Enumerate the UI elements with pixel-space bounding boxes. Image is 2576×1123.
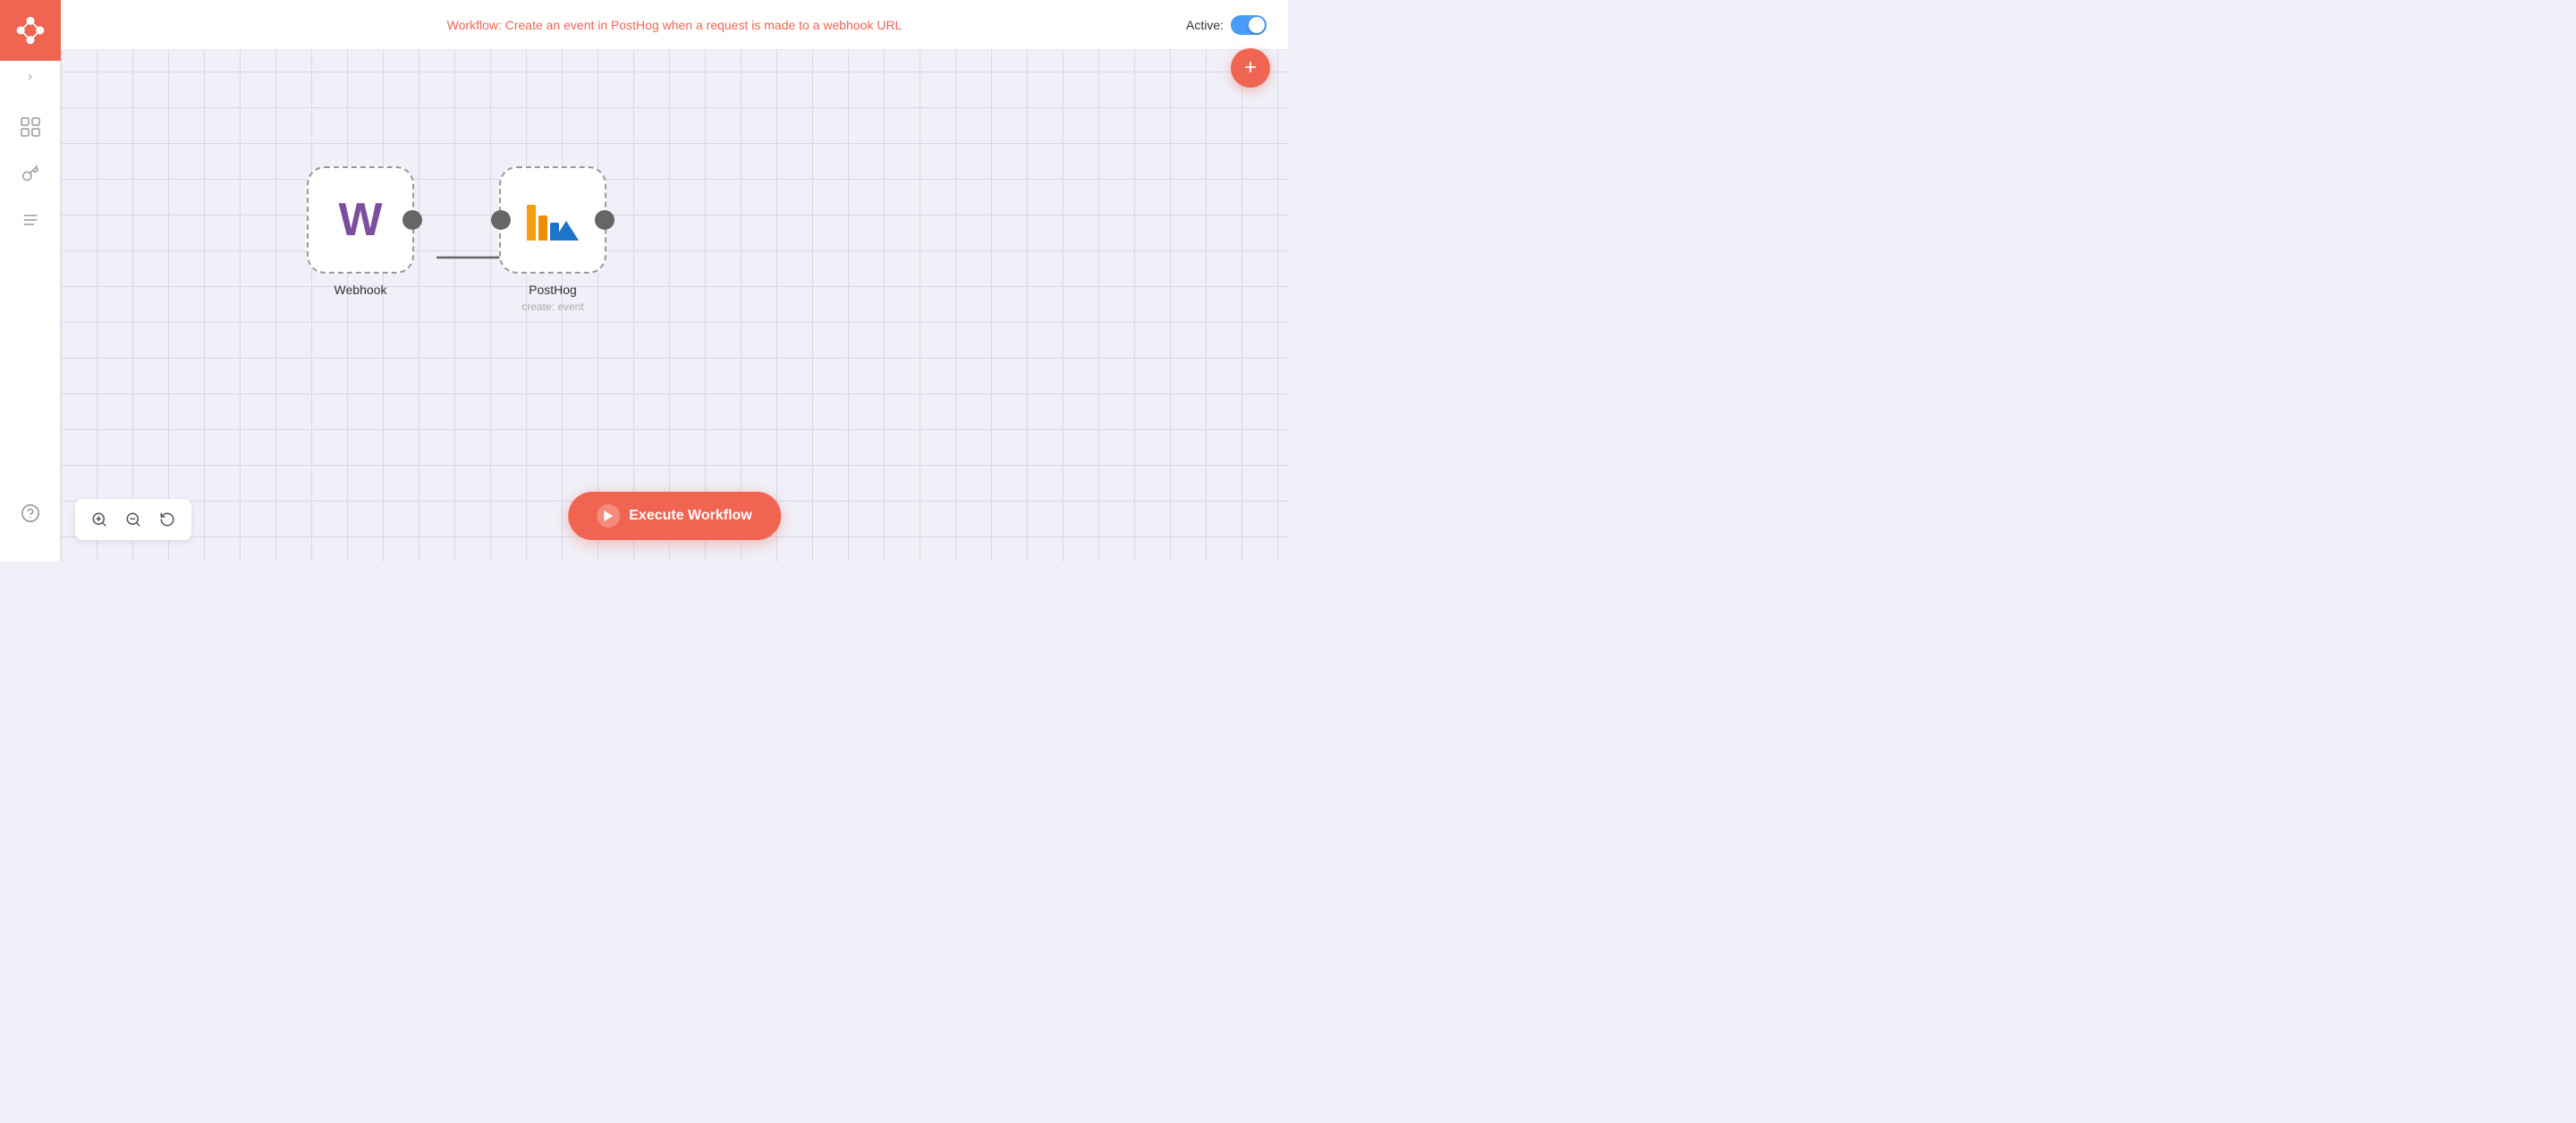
posthog-node-sublabel: create: event — [521, 300, 583, 313]
add-node-button[interactable]: + — [1231, 48, 1270, 88]
active-label: Active: — [1186, 18, 1224, 32]
workflow-nodes-container: W Webhook PostHog create: ev — [61, 50, 1288, 562]
sidebar-item-executions[interactable] — [11, 200, 50, 240]
connection-lines — [61, 50, 1288, 562]
posthog-logo — [527, 199, 579, 241]
add-icon: + — [1244, 55, 1257, 80]
webhook-output-connector[interactable] — [402, 210, 422, 230]
workflow-title: Workflow: Create an event in PostHog whe… — [447, 18, 902, 32]
sidebar-item-credentials[interactable] — [11, 154, 50, 193]
workflow-name[interactable]: Create an event in PostHog when a reques… — [505, 18, 902, 32]
execute-workflow-label: Execute Workflow — [629, 508, 752, 524]
sidebar-nav — [11, 93, 50, 562]
posthog-output-connector[interactable] — [595, 210, 614, 230]
toggle-thumb — [1249, 17, 1265, 33]
execute-play-icon — [597, 504, 620, 528]
posthog-input-connector[interactable] — [491, 210, 511, 230]
active-toggle[interactable] — [1231, 15, 1267, 35]
webhook-node[interactable]: W Webhook — [307, 166, 414, 297]
zoom-in-button[interactable] — [86, 506, 113, 533]
expand-sidebar-button[interactable]: › — [0, 61, 61, 93]
webhook-letter: W — [338, 197, 382, 243]
app-logo[interactable] — [0, 0, 61, 61]
header: Workflow: Create an event in PostHog whe… — [61, 0, 1288, 50]
reset-zoom-button[interactable] — [154, 506, 181, 533]
posthog-node-box — [499, 166, 606, 274]
posthog-node[interactable]: PostHog create: event — [499, 166, 606, 313]
webhook-node-box: W — [307, 166, 414, 274]
sidebar: › — [0, 0, 61, 562]
zoom-controls — [75, 499, 191, 540]
sidebar-item-workflows[interactable] — [11, 107, 50, 147]
posthog-node-label: PostHog — [529, 283, 577, 297]
sidebar-item-help[interactable] — [11, 494, 50, 533]
webhook-node-label: Webhook — [335, 283, 387, 297]
workflow-label: Workflow: — [447, 18, 502, 32]
zoom-out-button[interactable] — [120, 506, 147, 533]
execute-workflow-button[interactable]: Execute Workflow — [568, 492, 781, 540]
active-toggle-container: Active: — [1186, 15, 1267, 35]
